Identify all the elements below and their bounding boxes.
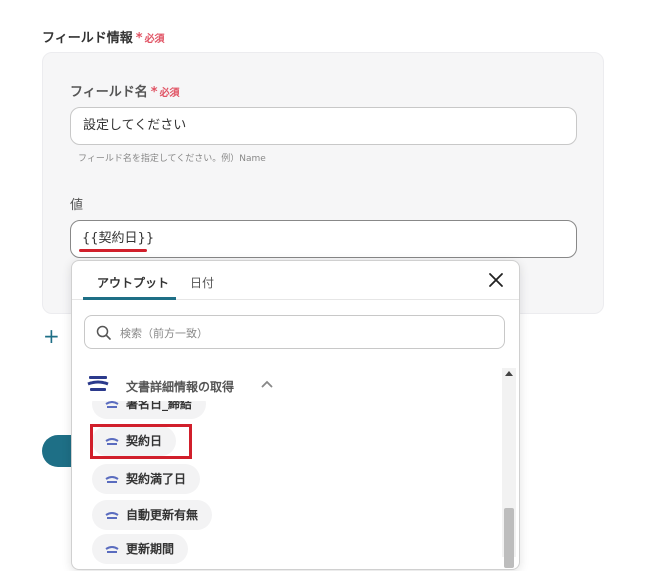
section-title-text: フィールド情報 xyxy=(42,31,133,46)
required-badge: * 必須 xyxy=(150,85,180,100)
list-item[interactable]: 自動更新有無 xyxy=(92,500,213,530)
gmo-sign-icon xyxy=(105,401,119,408)
field-name-label: フィールド名 * 必須 xyxy=(70,85,180,100)
value-label: 値 xyxy=(70,198,84,213)
scrollbar[interactable] xyxy=(502,368,516,568)
active-tab-indicator xyxy=(83,297,176,300)
output-picker-dropdown: アウトプット 日付 検索（前方一致） 文書詳細情報の取得 署名日_締結 契約日 … xyxy=(71,260,520,570)
group-title: 文書詳細情報の取得 xyxy=(126,380,235,394)
tab-output[interactable]: アウトプット xyxy=(97,274,169,291)
value-underline-mark xyxy=(79,249,147,252)
list-item[interactable]: 更新期間 xyxy=(92,534,189,564)
gmo-sign-icon xyxy=(105,546,119,553)
gmo-sign-icon xyxy=(105,512,119,519)
search-icon xyxy=(96,325,111,340)
required-badge: * 必須 xyxy=(135,31,165,46)
close-icon[interactable] xyxy=(487,271,505,289)
value-input[interactable]: {{契約日}} xyxy=(70,220,577,258)
scroll-thumb[interactable] xyxy=(504,508,514,568)
highlight-box xyxy=(90,424,192,459)
picker-tabs: アウトプット 日付 xyxy=(72,261,519,300)
plus-icon[interactable]: + xyxy=(43,326,60,346)
tab-date[interactable]: 日付 xyxy=(190,274,214,291)
section-title: フィールド情報 * 必須 xyxy=(42,27,165,46)
search-input[interactable]: 検索（前方一致） xyxy=(84,315,505,349)
scroll-up-arrow-icon[interactable] xyxy=(505,371,513,376)
chevron-up-icon[interactable] xyxy=(261,380,273,388)
list-item[interactable]: 署名日_締結 xyxy=(92,401,207,419)
gmo-sign-icon xyxy=(105,476,119,483)
list-item[interactable]: 契約満了日 xyxy=(92,464,201,494)
field-name-hint: フィールド名を指定してください。例）Name xyxy=(78,154,266,164)
field-name-input[interactable]: 設定してください xyxy=(70,107,577,145)
search-placeholder: 検索（前方一致） xyxy=(120,327,208,340)
gmo-sign-logo xyxy=(87,376,109,391)
